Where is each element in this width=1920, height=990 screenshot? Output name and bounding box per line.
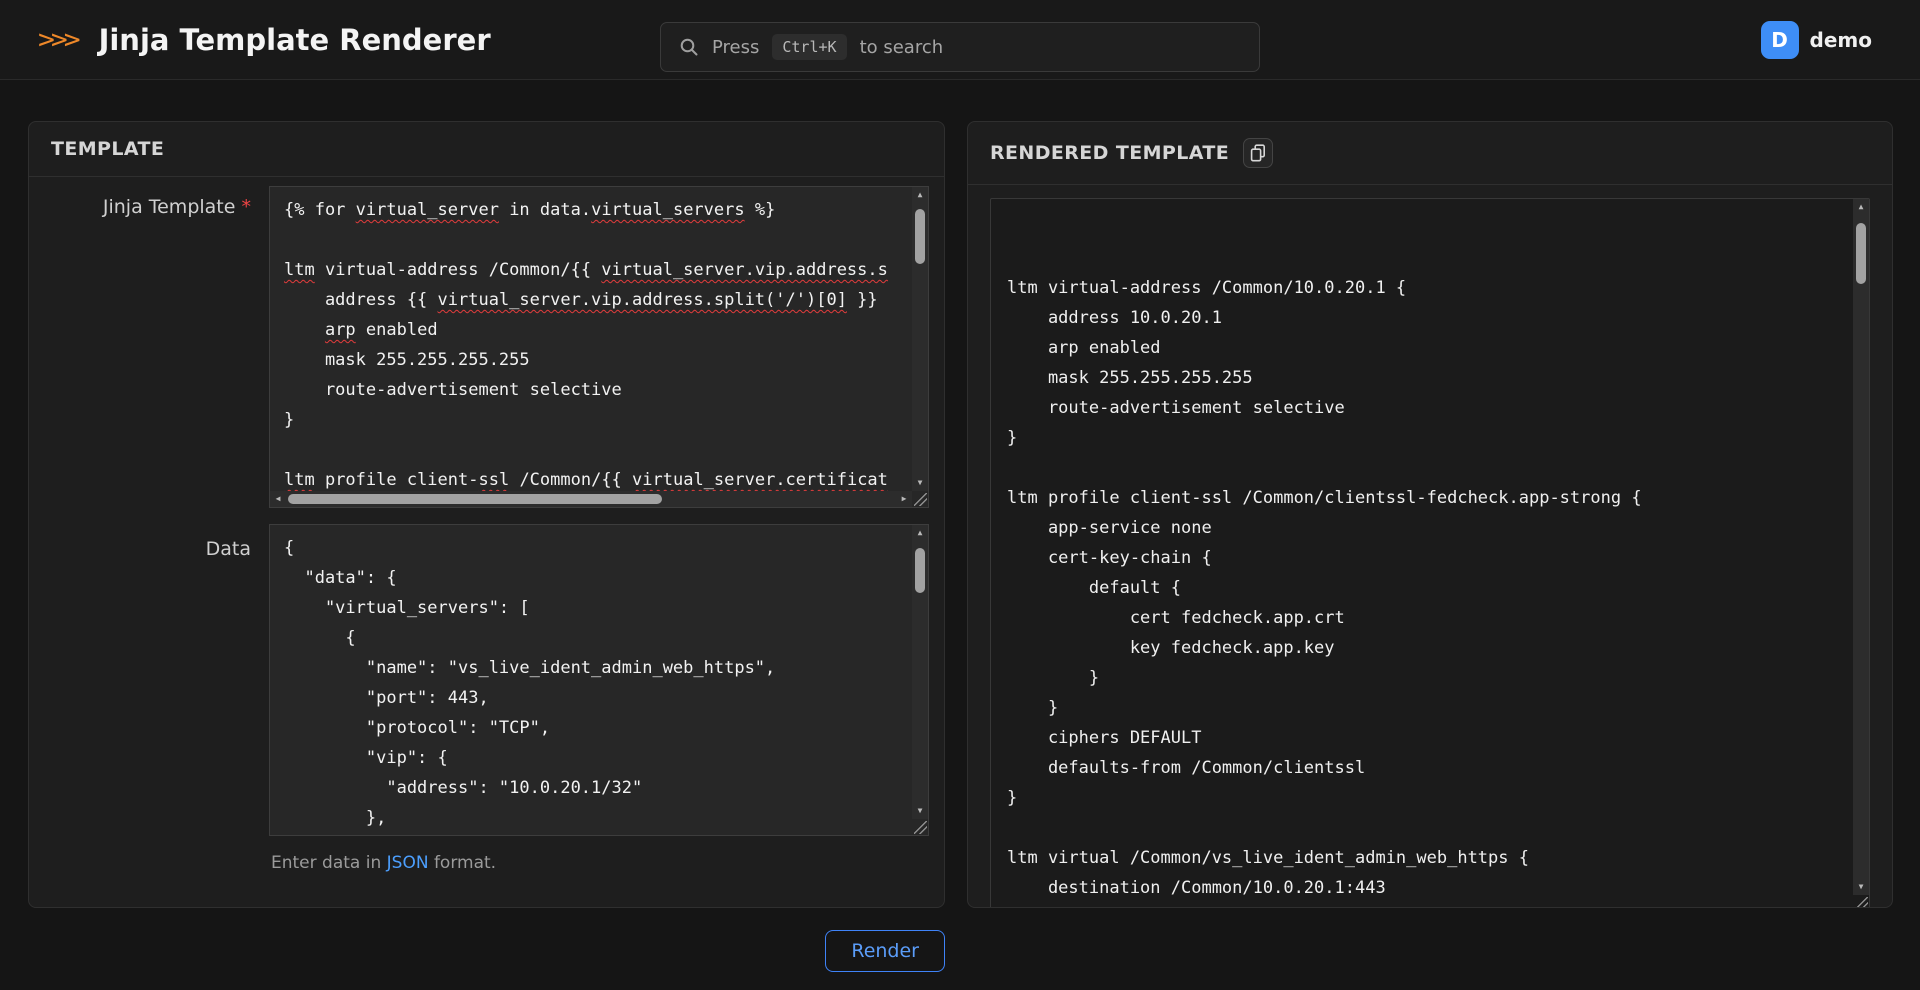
scroll-down-icon[interactable]: ▼ (912, 803, 928, 819)
resize-grip-icon[interactable] (1855, 897, 1868, 908)
jinja-hscroll-thumb[interactable] (288, 494, 662, 504)
scroll-up-icon[interactable]: ▲ (912, 187, 928, 203)
main-content: TEMPLATE Jinja Template * {% for virtual… (0, 80, 1920, 908)
rendered-card-title: RENDERED TEMPLATE (990, 142, 1229, 164)
jinja-vscroll-thumb[interactable] (915, 209, 925, 264)
template-card-header: TEMPLATE (29, 122, 944, 177)
template-form: Jinja Template * {% for virtual_server i… (29, 177, 944, 873)
jinja-template-label: Jinja Template * (29, 186, 269, 508)
copy-icon (1250, 144, 1266, 162)
rendered-output-wrap: ltm virtual-address /Common/10.0.20.1 { … (968, 185, 1892, 908)
rendered-output-code: ltm virtual-address /Common/10.0.20.1 { … (1007, 213, 1852, 908)
scroll-down-icon[interactable]: ▼ (1853, 879, 1869, 895)
resize-grip-icon[interactable] (914, 821, 927, 834)
data-vertical-scrollbar[interactable]: ▲ ▼ (912, 525, 928, 819)
ctrl-k-shortcut-badge: Ctrl+K (772, 34, 846, 60)
jinja-template-code: {% for virtual_server in data.virtual_se… (284, 195, 911, 491)
search-placeholder-suffix: to search (860, 37, 944, 58)
data-json-code: { "data": { "virtual_servers": [ { "name… (284, 533, 911, 835)
chevrons-icon: >>> (38, 24, 77, 54)
template-card-title: TEMPLATE (51, 138, 164, 160)
scroll-up-icon[interactable]: ▲ (912, 525, 928, 541)
copy-button[interactable] (1243, 138, 1273, 168)
actions-bar: Render (28, 930, 945, 972)
scroll-right-icon[interactable]: ▶ (896, 491, 912, 507)
template-card: TEMPLATE Jinja Template * {% for virtual… (28, 121, 945, 908)
required-asterisk: * (242, 196, 252, 218)
jinja-vertical-scrollbar[interactable]: ▲ ▼ (912, 187, 928, 491)
data-row: Data { "data": { "virtual_servers": [ { … (29, 524, 929, 836)
jinja-template-row: Jinja Template * {% for virtual_server i… (29, 186, 929, 508)
search-input[interactable]: Press Ctrl+K to search (660, 22, 1260, 72)
json-format-link[interactable]: JSON (387, 853, 429, 873)
scrollbar-corner (912, 819, 928, 835)
scroll-down-icon[interactable]: ▼ (912, 475, 928, 491)
scrollbar-corner (1853, 895, 1869, 908)
resize-grip-icon[interactable] (914, 493, 927, 506)
data-label: Data (29, 524, 269, 836)
jinja-horizontal-scrollbar[interactable]: ◀ ▶ (270, 491, 912, 507)
rendered-template-card: RENDERED TEMPLATE ltm virtual-address /C… (967, 121, 1893, 908)
search-icon (679, 37, 699, 57)
user-name: demo (1810, 28, 1872, 52)
app-header: >>> Jinja Template Renderer Press Ctrl+K… (0, 0, 1920, 80)
user-menu[interactable]: D demo (1761, 0, 1872, 80)
scroll-left-icon[interactable]: ◀ (270, 491, 286, 507)
data-vscroll-thumb[interactable] (915, 548, 925, 593)
search-placeholder-press: Press (712, 37, 759, 58)
output-vertical-scrollbar[interactable]: ▲ ▼ (1853, 199, 1869, 895)
rendered-card-header: RENDERED TEMPLATE (968, 122, 1892, 185)
output-vscroll-thumb[interactable] (1856, 223, 1866, 284)
scroll-up-icon[interactable]: ▲ (1853, 199, 1869, 215)
data-json-input[interactable]: { "data": { "virtual_servers": [ { "name… (269, 524, 929, 836)
jinja-template-input[interactable]: {% for virtual_server in data.virtual_se… (269, 186, 929, 508)
scrollbar-corner (912, 491, 928, 507)
avatar: D (1761, 21, 1799, 59)
page-title: Jinja Template Renderer (99, 23, 491, 57)
data-helper-text: Enter data in JSON format. (271, 853, 929, 873)
render-button[interactable]: Render (825, 930, 945, 972)
rendered-output[interactable]: ltm virtual-address /Common/10.0.20.1 { … (990, 198, 1870, 908)
